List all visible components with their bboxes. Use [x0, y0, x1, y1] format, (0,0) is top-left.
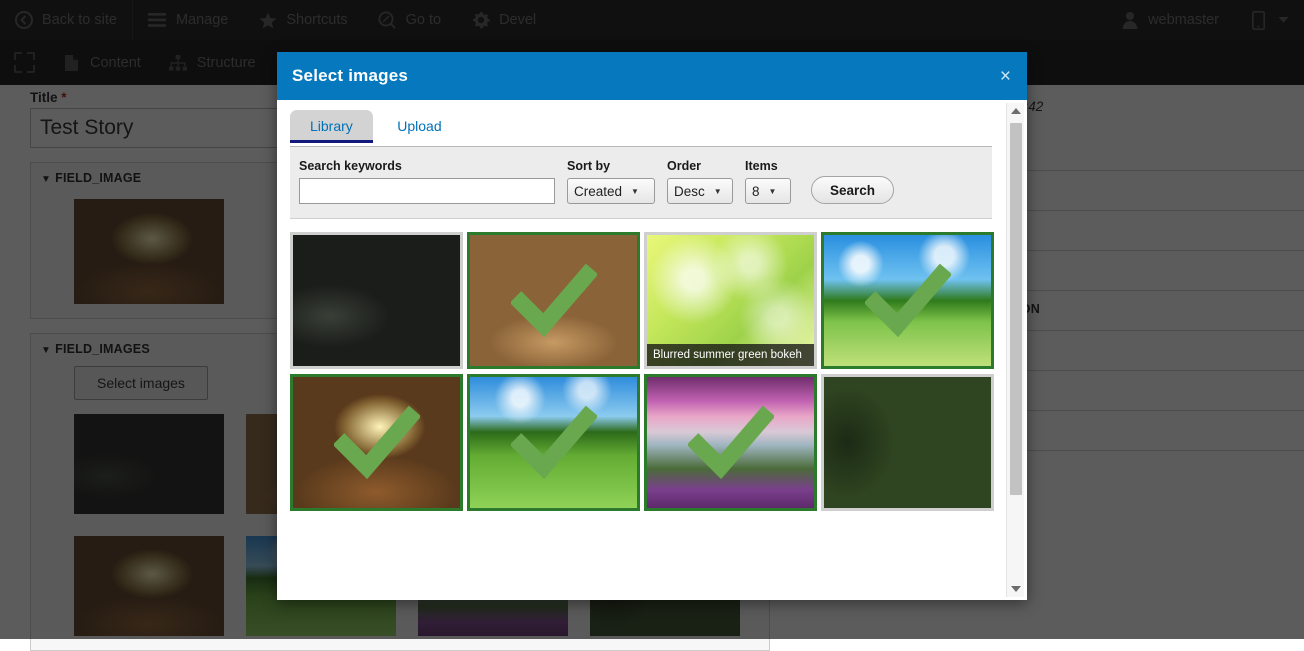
- gallery-item-caption: Blurred summer green bokeh: [647, 344, 814, 366]
- gallery-item-riverside-bench[interactable]: [821, 374, 994, 511]
- gallery-thumbnail: [293, 235, 460, 366]
- gallery-item-green-wheat-field[interactable]: [467, 374, 640, 511]
- scrollbar-thumb[interactable]: [1010, 123, 1022, 495]
- gallery-item-zen-stones-bamboo[interactable]: [290, 232, 463, 369]
- tab-library[interactable]: Library: [290, 110, 373, 143]
- dialog-title: Select images: [292, 66, 408, 86]
- dialog-body: Library Upload Search keywords Sort by C…: [277, 100, 1027, 600]
- gallery-thumbnail: [293, 377, 460, 508]
- search-keywords-label: Search keywords: [299, 159, 555, 173]
- chevron-down-icon: ▼: [769, 187, 777, 196]
- dialog-header: Select images ×: [277, 52, 1027, 100]
- gallery-thumbnail: [470, 235, 637, 366]
- chevron-down-icon: ▼: [714, 187, 722, 196]
- dialog-tablist: Library Upload: [277, 100, 1005, 146]
- select-images-dialog: Select images × Library Upload Search ke…: [277, 52, 1027, 600]
- search-input[interactable]: [299, 178, 555, 204]
- image-library-grid: Blurred summer green bokeh: [277, 219, 1005, 511]
- order-label: Order: [667, 159, 733, 173]
- scroll-down-arrow-icon[interactable]: [1007, 581, 1025, 597]
- sort-by-value: Created: [574, 184, 622, 199]
- dialog-scrollbar[interactable]: [1006, 103, 1024, 597]
- gallery-item-lake-meadow-dandelions[interactable]: [821, 232, 994, 369]
- field-order: Order Desc ▼: [667, 159, 733, 204]
- order-select[interactable]: Desc ▼: [667, 178, 733, 204]
- gallery-thumbnail: [470, 377, 637, 508]
- search-filters-panel: Search keywords Sort by Created ▼ Order: [290, 147, 992, 219]
- search-button[interactable]: Search: [811, 176, 894, 204]
- items-value: 8: [752, 184, 760, 199]
- gallery-item-blurred-summer-green-bokeh[interactable]: Blurred summer green bokeh: [644, 232, 817, 369]
- field-sort-by: Sort by Created ▼: [567, 159, 655, 204]
- gallery-thumbnail: [824, 377, 991, 508]
- gallery-item-country-lane-fence[interactable]: [467, 232, 640, 369]
- tab-upload[interactable]: Upload: [377, 110, 461, 143]
- dialog-scroll-viewport: Library Upload Search keywords Sort by C…: [277, 100, 1005, 600]
- field-items: Items 8 ▼: [745, 159, 791, 204]
- sort-by-select[interactable]: Created ▼: [567, 178, 655, 204]
- gallery-thumbnail: [647, 377, 814, 508]
- gallery-item-autumn-tree-tunnel[interactable]: [290, 374, 463, 511]
- order-value: Desc: [674, 184, 705, 199]
- gallery-item-purple-mountain-lake[interactable]: [644, 374, 817, 511]
- close-icon[interactable]: ×: [1000, 67, 1011, 86]
- chevron-down-icon: ▼: [631, 187, 639, 196]
- sort-by-label: Sort by: [567, 159, 655, 173]
- items-label: Items: [745, 159, 791, 173]
- scroll-up-arrow-icon[interactable]: [1007, 103, 1025, 119]
- items-select[interactable]: 8 ▼: [745, 178, 791, 204]
- gallery-thumbnail: [824, 235, 991, 366]
- search-filters-row: Search keywords Sort by Created ▼ Order: [290, 159, 992, 204]
- field-search-keywords: Search keywords: [299, 159, 555, 204]
